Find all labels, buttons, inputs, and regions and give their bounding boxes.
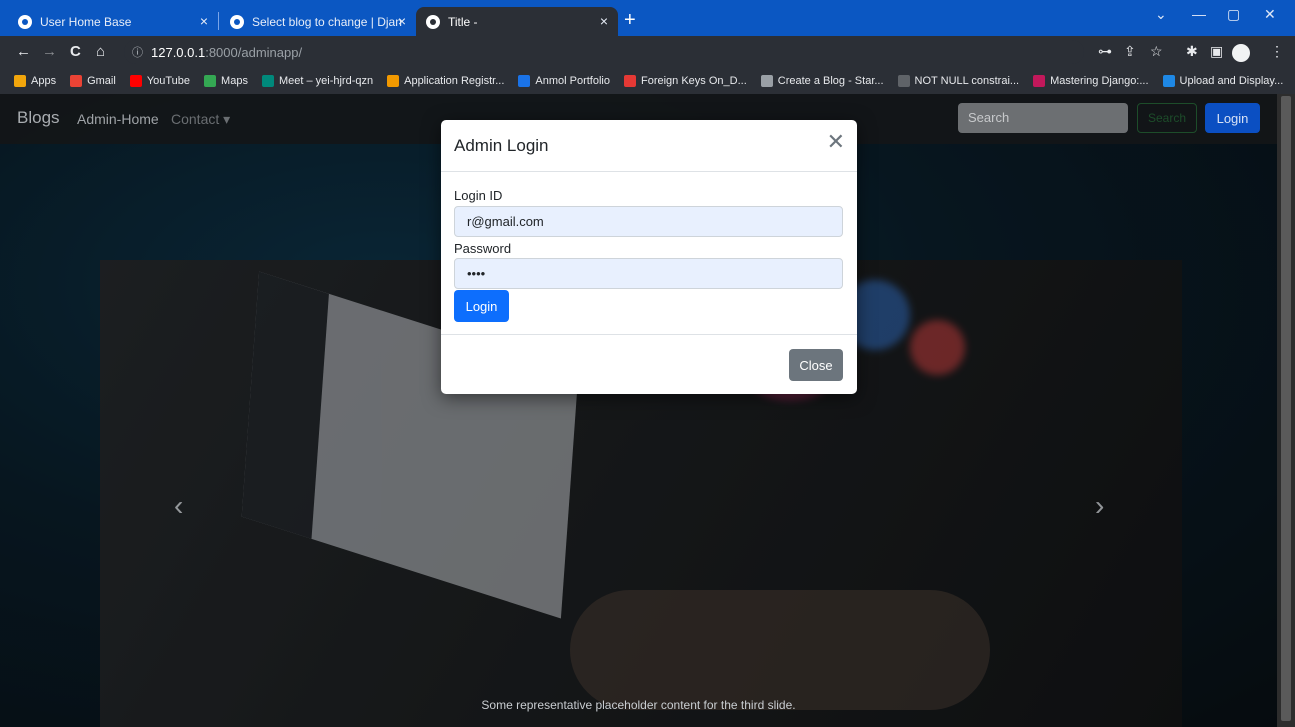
new-tab-button[interactable]: + <box>624 9 636 32</box>
bookmark-label: YouTube <box>146 75 191 87</box>
bookmark-label: Apps <box>31 75 57 87</box>
login-button[interactable]: Login <box>1205 103 1260 133</box>
tab-title-active[interactable]: Title - × <box>416 7 618 36</box>
key-icon[interactable]: ⊶ <box>1098 43 1112 60</box>
modal-header: Admin Login ✕ <box>441 120 857 172</box>
brand-link[interactable]: Blogs <box>17 108 60 128</box>
carousel-next-icon[interactable]: › <box>1095 490 1104 522</box>
bookmark-not-null[interactable]: NOT NULL constrai... <box>897 75 1020 87</box>
bookmark-gmail[interactable]: Gmail <box>70 75 116 87</box>
tab-user-home-base[interactable]: User Home Base × <box>8 7 218 36</box>
globe-icon <box>230 14 244 29</box>
reload-icon[interactable]: C <box>70 43 81 60</box>
bookmark-meet[interactable]: Meet – yei-hjrd-qzn <box>261 75 374 87</box>
modal-footer: Close <box>441 334 857 394</box>
admin-login-modal: Admin Login ✕ Login ID r@gmail.com Passw… <box>441 120 857 394</box>
tab-title: Select blog to change | Django si <box>252 14 402 29</box>
password-field[interactable]: •••• <box>454 258 843 289</box>
modal-login-button[interactable]: Login <box>454 290 509 322</box>
bookmark-youtube[interactable]: YouTube <box>129 75 191 87</box>
minimize-icon[interactable]: — <box>1192 6 1206 22</box>
bookmark-label: Upload and Display... <box>1179 75 1284 87</box>
bookmark-label: Foreign Keys On_D... <box>640 75 747 87</box>
url-field[interactable]: ⓘ 127.0.0.1 :8000/adminapp/ <box>124 40 1084 64</box>
menu-icon[interactable]: ⋮ <box>1270 43 1284 60</box>
close-button[interactable]: Close <box>789 349 843 381</box>
bookmark-label: Application Registr... <box>404 75 505 87</box>
tab-title: User Home Base <box>40 14 132 29</box>
extensions-icon[interactable]: ✱ <box>1186 43 1198 60</box>
bookmark-create-blog[interactable]: Create a Blog - Star... <box>760 75 884 87</box>
apps-grid-icon <box>14 75 26 87</box>
share-icon[interactable]: ⇪ <box>1124 43 1136 60</box>
search-input[interactable]: Search <box>958 103 1128 133</box>
site-icon <box>623 75 636 87</box>
nav-link-admin-home[interactable]: Admin-Home <box>77 111 159 127</box>
bookmark-portfolio[interactable]: Anmol Portfolio <box>518 75 610 87</box>
address-bar: ← → C ⌂ ⓘ 127.0.0.1 :8000/adminapp/ ⊶ ⇪ … <box>0 36 1295 68</box>
bookmark-application[interactable]: Application Registr... <box>387 75 504 87</box>
bookmark-upload[interactable]: Upload and Display... <box>1162 75 1284 87</box>
bookmark-foreign-keys[interactable]: Foreign Keys On_D... <box>623 75 747 87</box>
close-tab-icon[interactable]: × <box>600 13 608 29</box>
close-window-icon[interactable]: ✕ <box>1264 6 1276 23</box>
forward-icon[interactable]: → <box>42 43 57 60</box>
maps-icon <box>204 75 217 87</box>
bookmark-label: Mastering Django:... <box>1050 75 1149 87</box>
web-page: ‹ › Some representative placeholder cont… <box>0 94 1277 727</box>
search-button[interactable]: Search <box>1137 103 1197 133</box>
tab-separator <box>218 12 219 30</box>
globe-icon <box>426 14 440 29</box>
site-icon <box>1162 75 1175 87</box>
bookmark-star-icon[interactable]: ☆ <box>1150 43 1163 60</box>
url-host: 127.0.0.1 <box>151 44 206 60</box>
bookmark-maps[interactable]: Maps <box>204 75 248 87</box>
globe-icon <box>18 14 32 29</box>
application-icon <box>387 75 400 87</box>
info-icon[interactable]: ⓘ <box>132 44 143 60</box>
close-tab-icon[interactable]: × <box>398 13 406 29</box>
carousel-caption: Some representative placeholder content … <box>481 698 796 712</box>
profile-avatar[interactable] <box>1232 44 1250 62</box>
nav-dropdown-contact[interactable]: Contact ▾ <box>171 111 230 128</box>
gmail-icon <box>70 75 83 87</box>
django-icon <box>897 75 910 87</box>
bookmarks-bar: Apps Gmail YouTube Maps Meet – yei-hjrd-… <box>0 68 1295 94</box>
modal-title: Admin Login <box>454 136 549 155</box>
sidebar-icon[interactable]: ▣ <box>1210 43 1223 60</box>
site-icon <box>760 75 773 87</box>
bookmark-label: Meet – yei-hjrd-qzn <box>278 75 374 87</box>
tab-title: Title - <box>448 14 478 29</box>
bookmark-label: NOT NULL constrai... <box>914 75 1020 87</box>
tab-django-admin[interactable]: Select blog to change | Django si × <box>220 7 416 36</box>
bookmark-apps[interactable]: Apps <box>14 75 56 87</box>
tab-search-icon[interactable]: ⌄ <box>1155 6 1167 23</box>
url-path: :8000/adminapp/ <box>205 44 303 60</box>
close-icon[interactable]: ✕ <box>827 131 845 153</box>
bookmark-label: Maps <box>221 75 248 87</box>
youtube-icon <box>129 75 142 87</box>
page-scrollbar[interactable] <box>1277 94 1295 727</box>
bookmark-label: Gmail <box>87 75 116 87</box>
tab-strip: User Home Base × Select blog to change |… <box>0 0 1295 36</box>
close-tab-icon[interactable]: × <box>200 13 208 29</box>
bookmark-label: Anmol Portfolio <box>535 75 610 87</box>
back-icon[interactable]: ← <box>16 43 31 60</box>
home-icon[interactable]: ⌂ <box>96 43 105 60</box>
meet-icon <box>261 75 274 87</box>
site-icon <box>1033 75 1046 87</box>
login-id-field[interactable]: r@gmail.com <box>454 206 843 237</box>
bookmark-mastering-django[interactable]: Mastering Django:... <box>1033 75 1149 87</box>
password-label: Password <box>454 241 512 256</box>
bookmark-label: Create a Blog - Star... <box>777 75 884 87</box>
carousel-prev-icon[interactable]: ‹ <box>174 490 183 522</box>
maximize-icon[interactable]: ▢ <box>1227 6 1240 23</box>
login-id-label: Login ID <box>454 188 503 203</box>
portfolio-icon <box>518 75 531 87</box>
scrollbar-thumb[interactable] <box>1281 96 1291 721</box>
